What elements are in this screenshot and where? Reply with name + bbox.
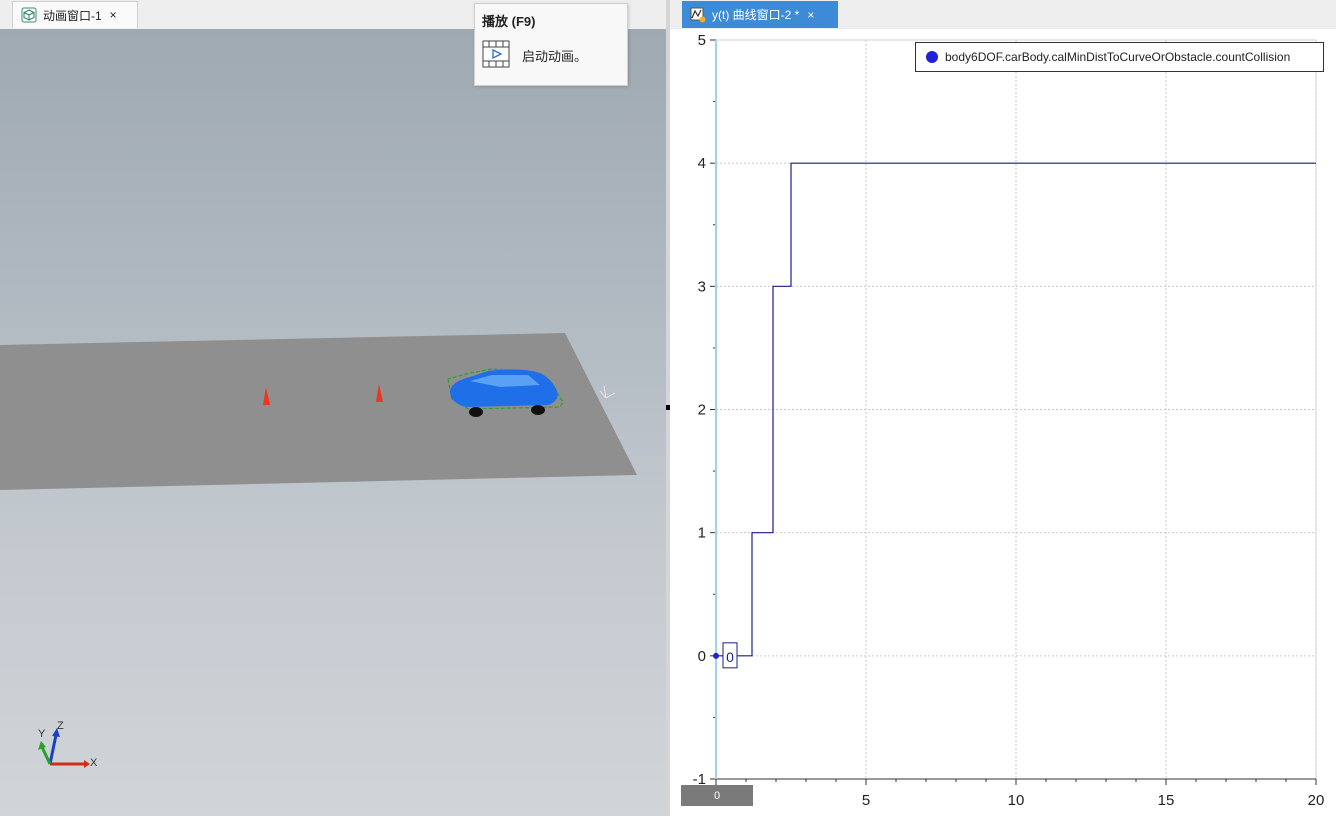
y-tick-label: 3	[698, 278, 706, 295]
tab-curve-window[interactable]: y(t) 曲线窗口-2 * ×	[682, 1, 838, 28]
play-tooltip: 播放 (F9) 启动动画。	[474, 3, 628, 86]
axis-x-label: X	[90, 757, 98, 769]
axis-triad-icon	[38, 728, 90, 768]
y-tick-label: 5	[698, 32, 706, 49]
film-play-icon	[482, 40, 510, 71]
y-tick-label: 4	[698, 155, 706, 172]
legend-dot	[926, 51, 938, 63]
close-icon[interactable]: ×	[807, 8, 814, 22]
world-axes-icon	[599, 385, 616, 399]
chart-legend[interactable]: body6DOF.carBody.calMinDistToCurveOrObst…	[915, 42, 1324, 72]
time-scroll-handle[interactable]: 0	[681, 785, 753, 806]
value-label: 0	[726, 649, 734, 665]
y-tick-label: 0	[698, 648, 706, 665]
cube-icon	[21, 7, 37, 23]
tab-label: 动画窗口-1	[43, 8, 102, 23]
axis-z-label: Z	[57, 720, 64, 732]
x-tick-label: 5	[862, 792, 870, 809]
tooltip-description: 启动动画。	[522, 49, 588, 64]
axis-y-label: Y	[38, 728, 46, 740]
animation-viewport[interactable]: X Y Z	[0, 29, 666, 816]
right-tab-bar: y(t) 曲线窗口-2 * ×	[670, 0, 1336, 29]
legend-series-name: body6DOF.carBody.calMinDistToCurveOrObst…	[945, 50, 1291, 64]
plot-icon	[690, 7, 706, 23]
curve-chart[interactable]: -101234505101520 0	[670, 29, 1336, 816]
tab-animation-window[interactable]: 动画窗口-1 ×	[12, 1, 138, 28]
close-icon[interactable]: ×	[110, 8, 117, 22]
x-tick-label: 10	[1008, 792, 1025, 809]
cursor-marker-dot	[713, 652, 719, 659]
y-tick-label: 2	[698, 402, 706, 419]
tooltip-title: 播放 (F9)	[482, 14, 536, 29]
tab-label: y(t) 曲线窗口-2 *	[712, 8, 800, 22]
y-tick-label: 1	[698, 525, 706, 542]
x-tick-label: 15	[1158, 792, 1175, 809]
x-tick-label: 20	[1308, 792, 1325, 809]
